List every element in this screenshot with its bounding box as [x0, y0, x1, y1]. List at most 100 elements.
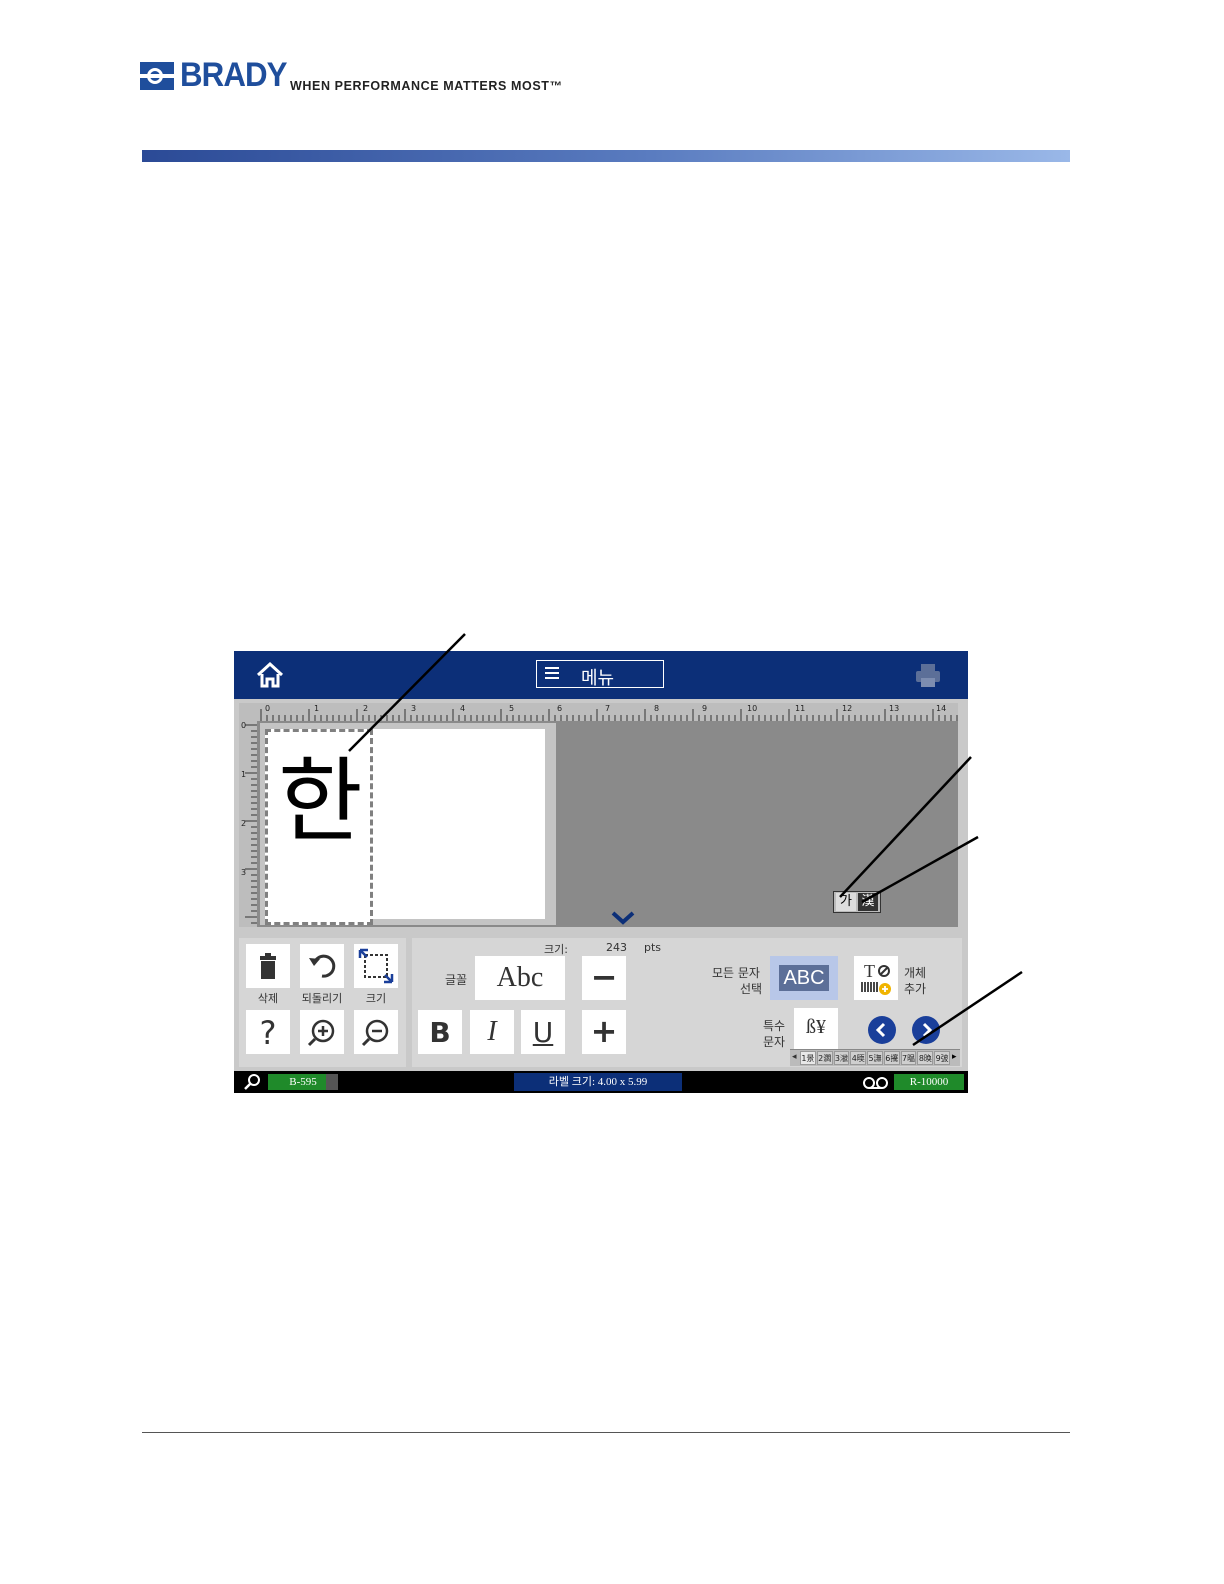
toolbar-tab[interactable]: 8㬇 [917, 1051, 934, 1065]
plus-icon: + [590, 1012, 618, 1050]
ruler-number: 3 [241, 868, 247, 877]
text-object-content: 한 [278, 748, 363, 855]
toolbar-tab-strip: ◂ 1景 2㶄 3㶁 4㬉 5㶃 6㩷 7㬈 8㬇 9㢰 ▸ [790, 1049, 960, 1066]
footer-rule [142, 1432, 1070, 1433]
undo-button[interactable] [300, 944, 344, 988]
ruler-number: 10 [747, 704, 758, 713]
ruler-number: 6 [557, 704, 563, 713]
all-caps-label: 모든 문자 [712, 966, 760, 980]
resize-icon [358, 948, 394, 984]
ruler-number: 3 [411, 704, 417, 713]
toolbar-tab[interactable]: 1景 [800, 1051, 816, 1065]
undo-label: 되돌리기 [301, 992, 343, 1005]
all-caps-label: 선택 [740, 982, 763, 996]
add-object-label: 개체 [904, 966, 927, 980]
chevron-left-icon [875, 1022, 886, 1038]
text-object[interactable]: 한 [265, 729, 373, 925]
ruler-number: 7 [605, 704, 611, 713]
ruler-number: 0 [241, 721, 247, 730]
ruler-number: 1 [314, 704, 320, 713]
undo-icon [309, 954, 336, 978]
all-caps-button[interactable]: ABC [770, 956, 838, 1000]
trash-icon [260, 953, 276, 979]
bold-icon: B [429, 1016, 451, 1049]
workspace: 한 가 漢 [257, 721, 958, 927]
printer-screen: 메뉴 0 1 2 3 4 5 6 7 8 9 10 11 12 13 14 0 … [234, 651, 968, 1093]
toolbar-tab[interactable]: 9㢰 [934, 1051, 951, 1065]
add-object-icon: T [861, 961, 891, 995]
header-band [142, 150, 1070, 162]
menu-button[interactable]: 메뉴 [536, 660, 664, 689]
resize-button[interactable] [354, 944, 398, 988]
toolbar-tab[interactable]: 5㶃 [867, 1051, 883, 1065]
ruler-number: 8 [654, 704, 660, 713]
label-editor-canvas: 0 1 2 3 4 5 6 7 8 9 10 11 12 13 14 0 1 2… [239, 703, 958, 927]
toolbar-tab[interactable]: 4㬉 [850, 1051, 867, 1065]
ruler-number: 11 [795, 704, 806, 713]
printer-icon[interactable] [914, 661, 942, 689]
vertical-ruler: 0 1 2 3 [239, 721, 258, 927]
horizontal-ruler: 0 1 2 3 4 5 6 7 8 9 10 11 12 13 14 [239, 703, 958, 722]
special-char-button[interactable]: ß¥ [794, 1008, 838, 1052]
ruler-number: 2 [363, 704, 369, 713]
special-char-label: 특수 [763, 1019, 786, 1033]
brand-name: BRADY [180, 56, 288, 94]
ribbon-model[interactable]: R-10000 [894, 1074, 964, 1090]
delete-label: 삭제 [257, 992, 279, 1005]
ruler-number: 4 [460, 704, 466, 713]
menu-label: 메뉴 [581, 668, 615, 689]
svg-text:T: T [864, 961, 875, 981]
ruler-number: 0 [265, 704, 271, 713]
toolbar-tab[interactable]: 6㩷 [883, 1051, 900, 1065]
next-page-button[interactable] [912, 1016, 940, 1044]
font-label: 글꼴 [445, 973, 468, 987]
input-mode-toggle[interactable]: 가 漢 [833, 891, 881, 913]
bold-button[interactable]: B [418, 1010, 462, 1054]
underline-icon: U [532, 1016, 554, 1049]
size-value: 243 [606, 941, 627, 954]
italic-button[interactable]: I [470, 1010, 514, 1054]
delete-button[interactable] [246, 944, 290, 988]
zoom-in-icon [307, 1019, 335, 1047]
tab-scroll-right-icon[interactable]: ▸ [952, 1052, 957, 1062]
special-char-sample: ß¥ [806, 1016, 826, 1038]
font-button[interactable]: Abc [475, 956, 565, 1000]
ruler-number: 9 [702, 704, 708, 713]
italic-icon: I [487, 1016, 497, 1047]
underline-button[interactable]: U [521, 1010, 565, 1054]
input-mode-hanja[interactable]: 漢 [858, 893, 878, 911]
add-object-button[interactable]: T [854, 956, 898, 1000]
input-mode-hangul[interactable]: 가 [836, 893, 856, 911]
zoom-out-button[interactable] [354, 1010, 398, 1054]
printer-status-indicator [326, 1074, 338, 1090]
ruler-number: 13 [889, 704, 900, 713]
decrease-size-button[interactable]: − [582, 956, 626, 1000]
size-unit: pts [644, 941, 662, 954]
chevron-down-icon[interactable] [609, 910, 637, 926]
ruler-number: 5 [509, 704, 515, 713]
ruler-number: 14 [936, 704, 947, 713]
ruler-number: 2 [241, 819, 247, 828]
status-bar: B-595 라벨 크기: 4.00 x 5.99 R-10000 [234, 1071, 968, 1093]
brady-logo-icon [140, 62, 174, 90]
home-icon[interactable] [254, 659, 286, 691]
magnifier-icon[interactable] [242, 1073, 262, 1091]
toolbar-tab[interactable]: 3㶁 [833, 1051, 850, 1065]
increase-size-button[interactable]: + [582, 1010, 626, 1054]
all-caps-sample: ABC [779, 965, 829, 991]
zoom-in-button[interactable] [300, 1010, 344, 1054]
toolbar-tab[interactable]: 2㶄 [816, 1051, 833, 1065]
help-button[interactable]: ? [246, 1010, 290, 1054]
previous-page-button[interactable] [868, 1016, 896, 1044]
special-char-label: 문자 [763, 1035, 786, 1049]
hamburger-icon [545, 667, 559, 681]
label-preview[interactable]: 한 [265, 729, 545, 925]
tab-scroll-left-icon[interactable]: ◂ [792, 1052, 797, 1062]
brand-tagline: WHEN PERFORMANCE MATTERS MOST™ [290, 79, 563, 93]
minus-icon: − [590, 958, 618, 996]
size-info-label: 크기: [544, 943, 568, 956]
top-bar: 메뉴 [234, 651, 968, 699]
toolbar-tab[interactable]: 7㬈 [900, 1051, 917, 1065]
label-size[interactable]: 라벨 크기: 4.00 x 5.99 [514, 1073, 682, 1091]
resize-label: 크기 [365, 992, 387, 1005]
